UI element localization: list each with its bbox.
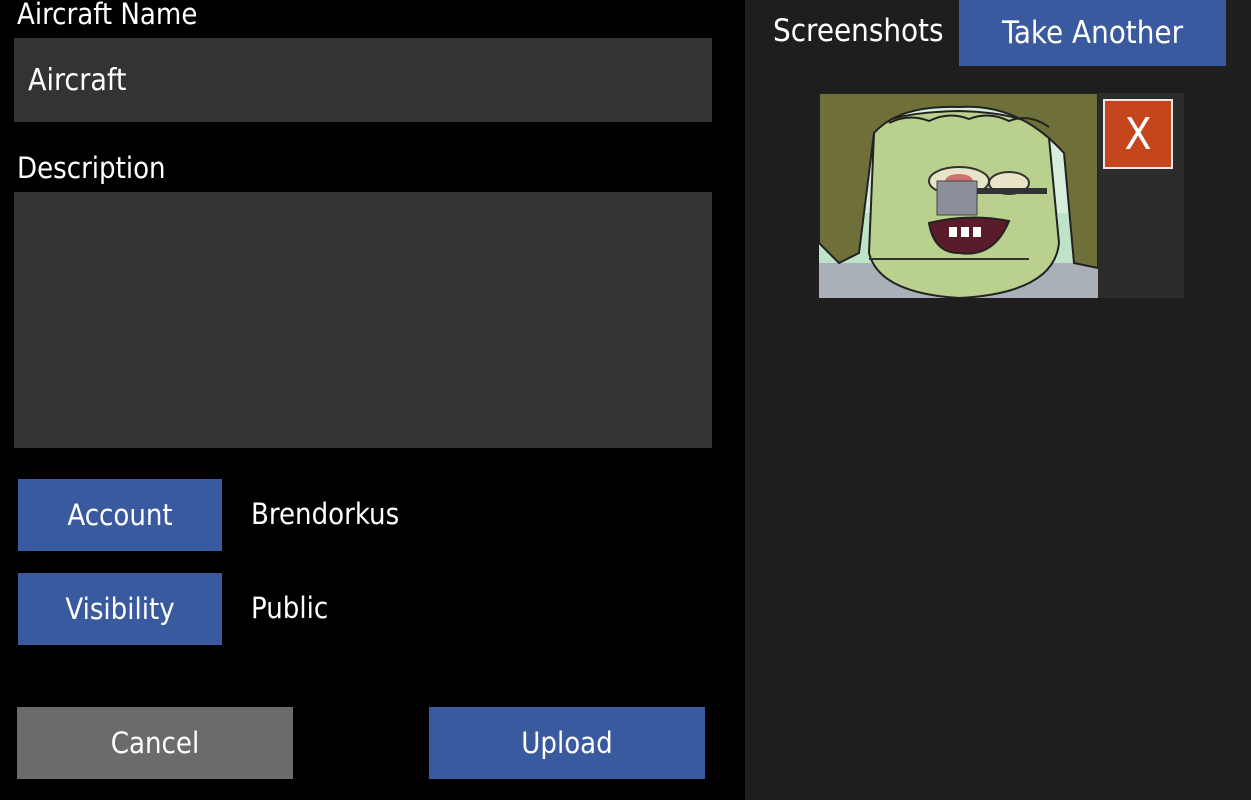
upload-form-panel: Aircraft Name Aircraft Description Accou…	[0, 0, 745, 800]
visibility-button[interactable]: Visibility	[18, 573, 222, 645]
visibility-value: Public	[251, 591, 329, 625]
upload-button[interactable]: Upload	[429, 707, 705, 779]
aircraft-name-input[interactable]: Aircraft	[14, 38, 712, 122]
screenshots-title: Screenshots	[773, 13, 944, 49]
screenshot-item: X	[819, 93, 1184, 298]
take-another-button[interactable]: Take Another	[959, 0, 1226, 66]
delete-screenshot-button[interactable]: X	[1103, 99, 1173, 169]
account-button[interactable]: Account	[18, 479, 222, 551]
description-label: Description	[17, 151, 166, 185]
screenshots-panel: Screenshots Take Another X	[745, 0, 1251, 800]
cartoon-character-icon	[819, 93, 1098, 298]
aircraft-name-label: Aircraft Name	[17, 0, 198, 31]
account-value: Brendorkus	[251, 497, 400, 531]
description-input[interactable]	[14, 192, 712, 448]
cancel-button[interactable]: Cancel	[17, 707, 293, 779]
screenshot-thumbnail[interactable]	[819, 93, 1098, 298]
